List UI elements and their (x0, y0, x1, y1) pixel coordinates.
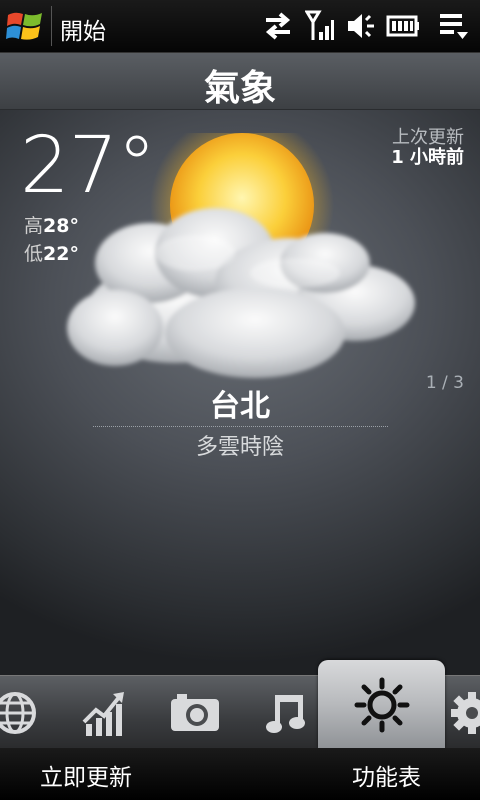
sun-icon (354, 677, 409, 732)
tab-music[interactable] (252, 676, 322, 749)
start-button[interactable]: 開始 (0, 0, 120, 52)
menu-icon[interactable] (438, 10, 470, 42)
status-bar: 開始 (0, 0, 480, 53)
update-now-softkey[interactable]: 立即更新 (40, 758, 132, 792)
music-note-icon (266, 694, 305, 733)
tab-settings[interactable] (446, 676, 480, 749)
tab-bar (0, 660, 480, 749)
camera-icon (171, 693, 219, 731)
gear-icon (451, 691, 480, 734)
weather-condition: 多雲時陰 (195, 435, 284, 460)
city-divider (93, 426, 388, 427)
tab-weather[interactable] (318, 660, 445, 749)
battery-icon[interactable] (386, 10, 420, 42)
status-separator (51, 6, 52, 46)
tab-globe[interactable] (0, 676, 50, 749)
partly-cloudy-icon (67, 133, 415, 378)
page-title: 氣象 (203, 68, 276, 109)
signal-icon[interactable] (305, 10, 335, 42)
globe-icon (0, 691, 36, 734)
windows-logo-icon (6, 12, 42, 40)
stock-chart-icon (82, 691, 124, 736)
high-label: 高 (24, 215, 44, 237)
volume-icon[interactable] (346, 10, 378, 42)
start-label: 開始 (60, 19, 106, 45)
low-label: 低 (24, 243, 44, 265)
tab-stocks[interactable] (70, 676, 140, 749)
softkey-bar: 立即更新 功能表 (0, 748, 480, 800)
tab-photos[interactable] (160, 676, 230, 749)
menu-softkey[interactable]: 功能表 (352, 758, 421, 792)
city-name[interactable]: 台北 (0, 381, 480, 425)
weather-panel[interactable]: 氣象 27° 高28° 低22° 上次更新 1 小時前 1 / 3 台北 多雲時… (0, 53, 480, 675)
title-bar: 氣象 (0, 53, 480, 110)
data-sync-icon[interactable] (262, 10, 294, 42)
